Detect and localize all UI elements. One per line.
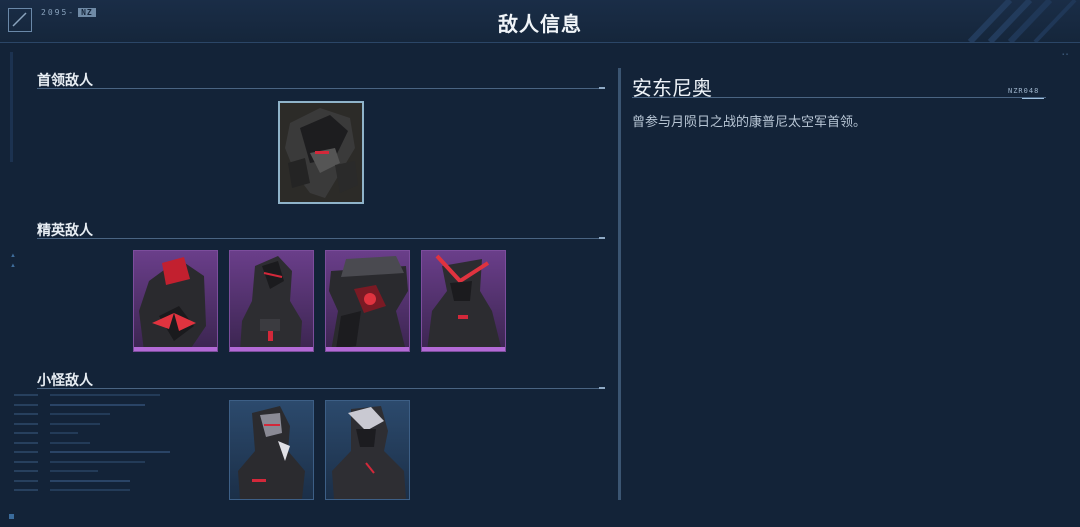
panel-divider bbox=[618, 68, 621, 500]
name-divider bbox=[632, 97, 1046, 98]
mech-portrait-icon bbox=[427, 254, 502, 351]
rarity-bar bbox=[230, 347, 313, 351]
rarity-bar bbox=[422, 347, 505, 351]
mech-portrait-icon bbox=[240, 256, 302, 351]
corner-decoration: ▪ ▪ bbox=[1062, 52, 1068, 58]
mech-portrait-icon bbox=[329, 256, 408, 351]
mech-portrait-icon bbox=[332, 406, 406, 499]
enemy-code: NZR048 bbox=[1008, 87, 1040, 95]
corner-decoration bbox=[9, 514, 14, 519]
rarity-bar bbox=[326, 347, 409, 351]
up-arrow-icon: ▲ bbox=[10, 253, 16, 259]
header-bar: 2095- NZ 敌人信息 bbox=[0, 0, 1080, 43]
minion-enemy-card[interactable] bbox=[229, 400, 314, 500]
hud-decoration bbox=[14, 390, 184, 495]
elite-enemy-card[interactable] bbox=[325, 250, 410, 352]
section-divider bbox=[37, 87, 605, 89]
minion-enemy-card[interactable] bbox=[325, 400, 410, 500]
section-divider bbox=[37, 237, 605, 239]
section-title-minion: 小怪敌人 bbox=[37, 372, 93, 388]
section-divider bbox=[37, 387, 605, 389]
enemy-description: 曾参与月陨日之战的康普尼太空军首领。 bbox=[632, 114, 867, 129]
mech-portrait-icon bbox=[238, 406, 305, 499]
section-title-elite: 精英敌人 bbox=[37, 222, 93, 238]
section-title-boss: 首领敌人 bbox=[37, 72, 93, 88]
mech-portrait-icon bbox=[280, 103, 362, 202]
elite-enemy-card[interactable] bbox=[229, 250, 314, 352]
side-decoration bbox=[10, 52, 13, 162]
header-decoration bbox=[967, 0, 1077, 42]
elite-enemy-card[interactable] bbox=[421, 250, 506, 352]
mech-portrait-icon bbox=[139, 257, 206, 351]
up-arrow-icon: ▲ bbox=[10, 263, 16, 269]
elite-enemy-card[interactable] bbox=[133, 250, 218, 352]
boss-enemy-card[interactable] bbox=[278, 101, 364, 204]
rarity-bar bbox=[134, 347, 217, 351]
